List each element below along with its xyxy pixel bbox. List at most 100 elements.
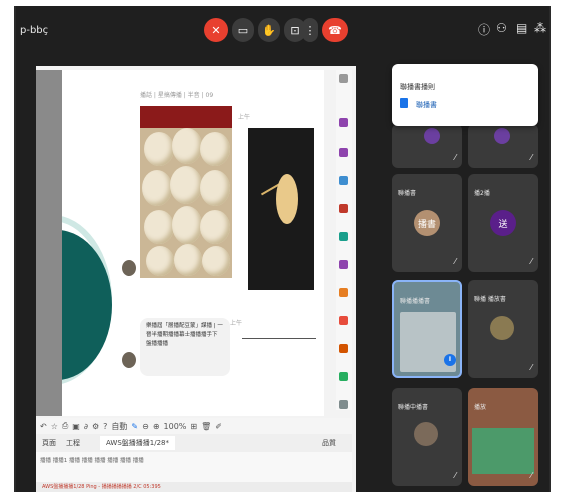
tool-icon[interactable] <box>339 176 348 185</box>
avatar: 送 <box>490 210 516 236</box>
link-icon[interactable]: ∂ <box>84 422 88 431</box>
end-call-button[interactable]: ☎ <box>322 18 348 42</box>
tool-icon[interactable] <box>339 316 348 325</box>
buns-photo <box>140 106 232 278</box>
tool-icon[interactable] <box>339 232 348 241</box>
mic-off-button[interactable]: ✕ <box>204 18 228 42</box>
mic-off-icon: ⁄ <box>530 153 532 162</box>
help-icon[interactable]: ? <box>103 422 107 431</box>
tab-quality[interactable]: 品質 <box>322 438 336 448</box>
raise-hand-button[interactable]: ✋ <box>258 18 280 42</box>
image-icon[interactable]: ▣ <box>72 422 80 431</box>
settings-icon[interactable] <box>339 400 348 409</box>
avatar <box>494 128 510 144</box>
present-icon: ⊡ <box>290 23 300 37</box>
doc-mark: 上午 <box>238 114 251 121</box>
participant-tile-active[interactable]: 聯播播播書 ⦀ <box>392 280 462 378</box>
participant-name: 聯播播播書 <box>400 298 431 305</box>
mic-off-icon: ⁄ <box>454 471 456 480</box>
participant-tile[interactable]: 聯播 播放書 ⁄ <box>468 280 538 378</box>
video-feed <box>472 428 534 474</box>
tab-document[interactable]: AWS盤播播播1/28* <box>100 436 175 450</box>
info-icon[interactable]: ⓘ <box>478 21 490 38</box>
avatar <box>424 128 440 144</box>
notification-popup[interactable]: 聯播書播則 聯播書 <box>392 64 538 126</box>
doc-margin <box>36 70 62 416</box>
avatar <box>122 260 136 276</box>
doc-meta: 播話 | 星搞傳播 | 半音 | 09 <box>140 92 214 99</box>
participant-name: 播放 <box>474 404 487 411</box>
more-vert-icon: ⋮ <box>304 23 316 37</box>
popup-title: 聯播書播則 <box>400 83 435 91</box>
brush-icon[interactable]: ✐ <box>215 422 222 431</box>
end-call-icon: ☎ <box>328 23 342 37</box>
participant-tile[interactable]: 播2播 送 ⁄ <box>468 174 538 272</box>
tab-page[interactable]: 頁面 <box>42 438 56 448</box>
zoom-level[interactable]: 100% <box>164 422 187 431</box>
zoom-out-icon[interactable]: ⊖ <box>142 422 149 431</box>
participant-tile[interactable]: ⁄ <box>392 124 462 168</box>
mic-off-icon: ⁄ <box>454 153 456 162</box>
comment-bubble: 樂播屆「層播配豆蒙」謀播 | 一晉半播期播播幕士播播播手下 盤播播播 <box>140 318 230 376</box>
menu-bar: 播播 播播1 播播 播播 播播 播播 播播 播播 <box>36 452 352 482</box>
mic-off-icon: ⁄ <box>454 257 456 266</box>
people-icon[interactable]: ⚇ <box>496 21 507 35</box>
page-label: 自動 <box>111 421 128 431</box>
print-icon[interactable]: ⎙ <box>62 421 68 431</box>
meet-window: p-bbç ✕ ▭ ✋ ⊡ ⋮ ☎ ⓘ ⚇ ▤ ⁂ 播話 | 星搞傳播 | 半音… <box>14 6 551 492</box>
participant-name: 播2播 <box>474 190 490 197</box>
popup-link[interactable]: 聯播書 <box>416 100 437 110</box>
avatar <box>122 352 136 368</box>
document-page: 播話 | 星搞傳播 | 半音 | 09 上午 樂播屆「層播配豆蒙」謀播 | 一晉… <box>62 70 324 416</box>
coin-photo <box>248 128 314 290</box>
tool-icon[interactable] <box>339 288 348 297</box>
star-icon[interactable]: ☆ <box>51 422 58 431</box>
layout-icon[interactable]: ⊞ <box>190 422 197 431</box>
doc-tabbar: 頁面 工程 AWS盤播播播1/28* 品質 <box>36 434 352 452</box>
taskbar: AWS盤播播播1/28 Ping - 播播播播播播 2/C 05:395 <box>36 482 352 492</box>
more-options-button[interactable]: ⋮ <box>302 18 318 42</box>
tool-icon[interactable] <box>339 344 348 353</box>
camera-icon: ▭ <box>237 23 249 37</box>
undo-icon[interactable]: ↶ <box>40 422 47 431</box>
editor-toolbar: ↶ ☆ ⎙ ▣ ∂ ⚙ ? 自動 ✎ ⊖ ⊕ 100% ⊞ 🗑 ✐ <box>36 418 352 434</box>
chat-icon[interactable]: ▤ <box>516 21 527 35</box>
doc-mark: 上午 <box>230 320 243 327</box>
tool-icon[interactable] <box>339 204 348 213</box>
settings-icon[interactable]: ⚙ <box>92 422 99 431</box>
meeting-title: p-bbç <box>20 25 49 36</box>
mic-off-icon: ⁄ <box>530 257 532 266</box>
tool-icon[interactable] <box>339 118 348 127</box>
participant-name: 聯播 播放書 <box>474 296 506 303</box>
menu-items[interactable]: 播播 播播1 播播 播播 播播 播播 播播 播播 <box>40 456 144 464</box>
participant-tile[interactable]: 聯播中播書 ⁄ <box>392 388 462 486</box>
participant-tile[interactable]: ⁄ <box>468 124 538 168</box>
doc-icon <box>400 98 408 108</box>
mic-off-icon: ⁄ <box>530 363 532 372</box>
hand-icon: ✋ <box>262 23 276 37</box>
divider <box>242 338 316 339</box>
participant-name: 聯播書 <box>398 190 417 197</box>
tool-icon[interactable] <box>339 260 348 269</box>
mic-off-icon: ✕ <box>211 23 221 37</box>
avatar: 播書 <box>414 210 440 236</box>
mic-off-icon: ⁄ <box>530 471 532 480</box>
avatar <box>490 316 514 340</box>
avatar <box>414 422 438 446</box>
taskbar-item[interactable]: AWS盤播播播1/28 Ping - 播播播播播播 2/C 05:395 <box>42 483 161 490</box>
participant-tile[interactable]: 播放 ⁄ <box>468 388 538 486</box>
tool-icon[interactable] <box>339 372 348 381</box>
participant-tile[interactable]: 聯播書 播書 ⁄ <box>392 174 462 272</box>
pen-icon[interactable]: ✎ <box>131 422 138 431</box>
decor-circle <box>62 230 112 380</box>
collapse-icon[interactable] <box>339 74 348 83</box>
tool-icon[interactable] <box>339 148 348 157</box>
camera-button[interactable]: ▭ <box>232 18 254 42</box>
trash-icon[interactable]: 🗑 <box>201 422 211 431</box>
side-toolbar <box>336 70 352 410</box>
participant-name: 聯播中播書 <box>398 404 429 411</box>
activities-icon[interactable]: ⁂ <box>534 21 546 35</box>
speaking-icon: ⦀ <box>444 354 456 366</box>
tab-project[interactable]: 工程 <box>66 438 80 448</box>
zoom-in-icon[interactable]: ⊕ <box>153 422 160 431</box>
